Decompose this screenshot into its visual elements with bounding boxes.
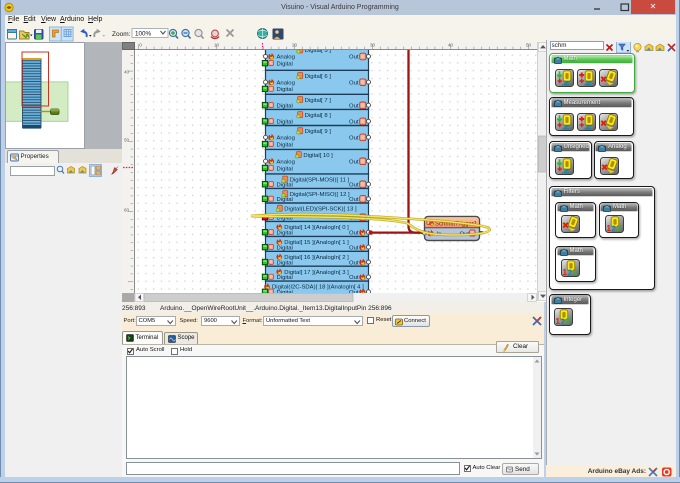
svg-text:Digital: Digital	[276, 166, 292, 172]
svg-text:Zoom:: Zoom:	[112, 31, 131, 38]
svg-text:Analog: Analog	[276, 135, 294, 141]
svg-text:40: 40	[447, 43, 453, 48]
svg-text:Analog: Analog	[276, 159, 294, 165]
svg-text:Digital[ 5 ]: Digital[ 5 ]	[304, 50, 331, 54]
svg-text:3: 3	[573, 268, 578, 277]
svg-text:Digital(SPI-MOSI)[ 11 ]: Digital(SPI-MOSI)[ 11 ]	[289, 177, 349, 183]
svg-text:Digital(LED)(SPI-SCK)[ 13 ]: Digital(LED)(SPI-SCK)[ 13 ]	[284, 206, 357, 212]
svg-text:Analog: Analog	[276, 54, 294, 60]
svg-text:Out: Out	[349, 197, 359, 203]
svg-text:Digital[ 14 ](AnalogIn[ 0 ]: Digital[ 14 ](AnalogIn[ 0 ]	[284, 225, 349, 231]
svg-text:Out: Out	[349, 260, 359, 266]
svg-text:Out: Out	[349, 119, 359, 125]
svg-text:Out: Out	[349, 80, 359, 86]
svg-text:Digital: Digital	[276, 260, 292, 266]
svg-text:20: 20	[291, 43, 297, 48]
svg-text:Out: Out	[349, 245, 359, 251]
svg-text:Digital: Digital	[276, 103, 292, 109]
svg-text:50: 50	[124, 137, 130, 142]
svg-text:60: 60	[124, 207, 130, 212]
svg-text:Digital[ 6 ]: Digital[ 6 ]	[304, 73, 331, 79]
svg-text:Out: Out	[349, 54, 359, 60]
svg-text:Out: Out	[349, 230, 359, 236]
svg-text:Digital[ 17 ](AnalogIn[ 3 ]: Digital[ 17 ](AnalogIn[ 3 ]	[284, 269, 349, 275]
svg-text:Out: Out	[349, 182, 359, 188]
svg-text:Digital: Digital	[276, 142, 292, 148]
svg-text:Digital: Digital	[276, 230, 292, 236]
svg-text:Digital: Digital	[276, 87, 292, 93]
svg-text:Analog: Analog	[276, 80, 294, 86]
svg-text:Digital[ 15 ](AnalogIn[ 1 ]: Digital[ 15 ](AnalogIn[ 1 ]	[284, 240, 349, 246]
svg-text:Digital: Digital	[276, 197, 292, 203]
svg-text:Digital[ 16 ](AnalogIn[ 2 ]: Digital[ 16 ](AnalogIn[ 2 ]	[284, 254, 349, 260]
svg-text:3: 3	[617, 224, 622, 233]
svg-text:Digital: Digital	[276, 245, 292, 251]
svg-text:Out: Out	[349, 103, 359, 109]
svg-text:0: 0	[139, 43, 142, 48]
svg-text:Out: Out	[349, 159, 359, 165]
svg-text:30: 30	[369, 43, 375, 48]
svg-text:Out: Out	[349, 135, 359, 141]
svg-text:Digital: Digital	[276, 182, 292, 188]
svg-text:Digital[ 7 ]: Digital[ 7 ]	[304, 97, 331, 103]
svg-text:Digital[ 10 ]: Digital[ 10 ]	[303, 153, 333, 159]
svg-text:40: 40	[124, 69, 130, 74]
svg-text:Digital: Digital	[276, 275, 292, 281]
svg-text:10: 10	[213, 43, 219, 48]
svg-text:Digital(SPI-MISO)[ 12 ]: Digital(SPI-MISO)[ 12 ]	[289, 192, 349, 198]
svg-text:Digital[ 8 ]: Digital[ 8 ]	[304, 113, 331, 119]
svg-text:3: 3	[565, 317, 570, 326]
svg-text:Digital: Digital	[276, 61, 292, 67]
svg-text:50: 50	[525, 43, 531, 48]
svg-text:Digital[ 9 ]: Digital[ 9 ]	[304, 129, 331, 135]
svg-text:Digital: Digital	[276, 119, 292, 125]
svg-text:Out: Out	[349, 275, 359, 281]
svg-text:100%: 100%	[135, 30, 152, 37]
